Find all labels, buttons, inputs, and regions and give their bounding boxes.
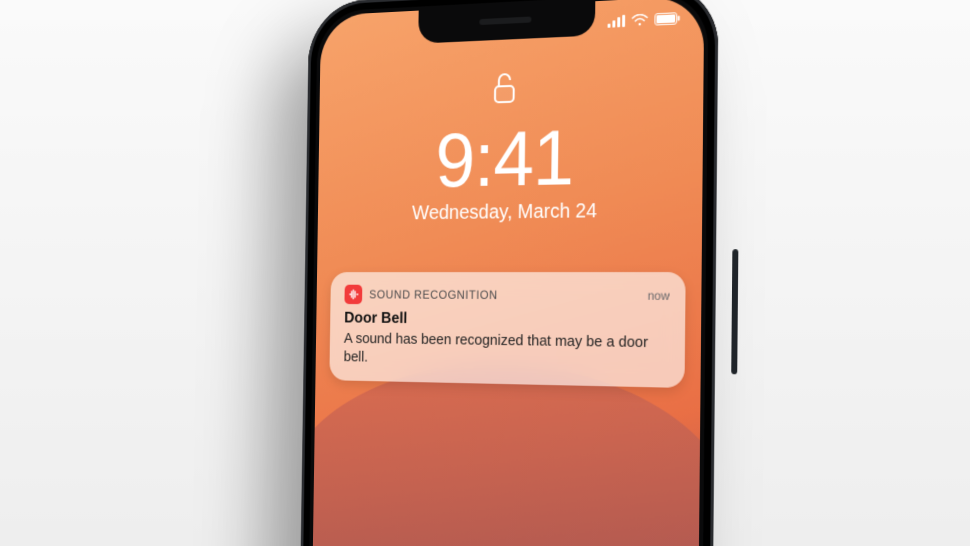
battery-icon <box>654 12 680 29</box>
cellular-signal-icon <box>608 14 626 30</box>
lock-screen-header: 9:41 Wednesday, March 24 <box>318 63 704 226</box>
notification-title: Door Bell <box>344 310 669 331</box>
phone-device: 9:41 Wednesday, March 24 SOUND RECOGNITI… <box>296 0 719 546</box>
notification-card[interactable]: SOUND RECOGNITION now Door Bell A sound … <box>329 272 685 388</box>
notification-header: SOUND RECOGNITION now <box>344 285 669 306</box>
notification-timestamp: now <box>648 288 670 302</box>
lock-screen-date: Wednesday, March 24 <box>318 199 703 226</box>
stage: 9:41 Wednesday, March 24 SOUND RECOGNITI… <box>0 0 970 546</box>
phone-screen[interactable]: 9:41 Wednesday, March 24 SOUND RECOGNITI… <box>308 0 704 546</box>
notification-body: A sound has been recognized that may be … <box>344 329 670 372</box>
wifi-icon <box>631 13 649 29</box>
unlock-icon <box>492 71 517 111</box>
sound-recognition-icon <box>344 285 362 304</box>
lock-screen-time: 9:41 <box>318 114 703 200</box>
notification-app-name: SOUND RECOGNITION <box>369 288 640 303</box>
power-button[interactable] <box>731 249 738 374</box>
